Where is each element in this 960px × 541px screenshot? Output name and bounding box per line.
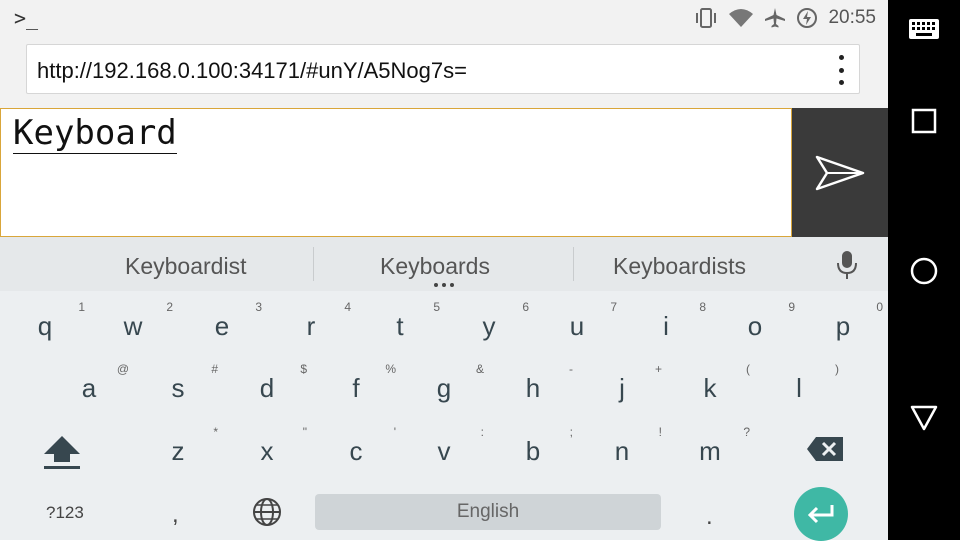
key-w[interactable]: w2 [89,293,177,355]
suggestion-1[interactable]: Keyboardist [125,253,246,280]
status-bar: >_ 20:55 [0,0,888,36]
suggestion-strip: Keyboardist Keyboards Keyboardists [0,237,888,291]
recents-icon [911,108,937,134]
key-n[interactable]: n! [578,418,666,480]
send-button[interactable] [792,108,888,237]
clock: 20:55 [828,7,876,28]
key-h[interactable]: h- [489,355,577,417]
key-g[interactable]: g & [400,355,488,417]
more-suggestions-icon[interactable] [434,283,454,287]
key-s[interactable]: s # [134,355,222,417]
shift-key[interactable] [18,418,106,480]
key-z[interactable]: z * [134,418,222,480]
key-q[interactable]: q1 [1,293,89,355]
home-icon [910,257,938,285]
key-b[interactable]: b; [489,418,577,480]
suggestion-divider [313,247,314,281]
send-icon [815,155,865,190]
suggestion-2[interactable]: Keyboards [380,253,490,280]
key-t[interactable]: t5 [356,293,444,355]
typed-text[interactable]: Keyboard [13,113,177,154]
more-vert-icon[interactable] [837,55,845,85]
airplane-icon [765,8,786,28]
key-l[interactable]: l) [755,355,843,417]
url-bar-row: http://192.168.0.100:34171/#unY/A5Nog7s= [0,36,888,108]
key-o[interactable]: o9 [711,293,799,355]
key-e[interactable]: e3 [178,293,266,355]
key-j[interactable]: j + [578,355,666,417]
delete-key[interactable] [780,418,868,480]
key-u[interactable]: u7 [533,293,621,355]
terminal-icon: >_ [14,6,39,30]
keyboard-icon [909,19,939,39]
key-r[interactable]: r4 [267,293,355,355]
key-v[interactable]: v: [400,418,488,480]
backspace-icon [807,437,843,461]
globe-icon[interactable] [251,496,283,528]
home-button[interactable] [888,256,960,286]
key-k[interactable]: k( [666,355,754,417]
key-a[interactable]: a @ [45,355,133,417]
enter-key[interactable] [794,487,848,541]
comma-key[interactable]: , [172,501,179,529]
wifi-icon [729,9,754,27]
url-text[interactable]: http://192.168.0.100:34171/#unY/A5Nog7s= [37,58,467,84]
shift-icon [44,436,80,469]
key-m[interactable]: m? [666,418,754,480]
key-p[interactable]: p0 [799,293,887,355]
key-y[interactable]: y6 [445,293,533,355]
suggestion-3[interactable]: Keyboardists [613,253,746,280]
back-button[interactable] [888,404,960,432]
navigation-bar [888,0,960,540]
keyboard-switch-button[interactable] [888,18,960,40]
battery-saver-icon [797,8,818,28]
status-icons: 20:55 [694,4,876,32]
key-f[interactable]: f% [312,355,400,417]
key-x[interactable]: x " [223,418,311,480]
text-input-area[interactable]: Keyboard [0,108,792,237]
soft-keyboard: Keyboardist Keyboards Keyboardists q1 w2… [0,237,888,541]
key-d[interactable]: d $ [223,355,311,417]
suggestion-divider [573,247,574,281]
recents-button[interactable] [888,108,960,134]
space-bar[interactable]: English [315,494,661,530]
period-key[interactable]: . [706,503,713,531]
key-i[interactable]: i8 [622,293,710,355]
url-bar[interactable]: http://192.168.0.100:34171/#unY/A5Nog7s= [26,44,860,94]
key-c[interactable]: c ' [312,418,400,480]
enter-icon [807,505,834,524]
mic-icon[interactable] [834,250,860,280]
vibrate-icon [696,8,717,28]
back-icon [910,405,938,431]
symbols-key[interactable]: ?123 [46,503,84,523]
